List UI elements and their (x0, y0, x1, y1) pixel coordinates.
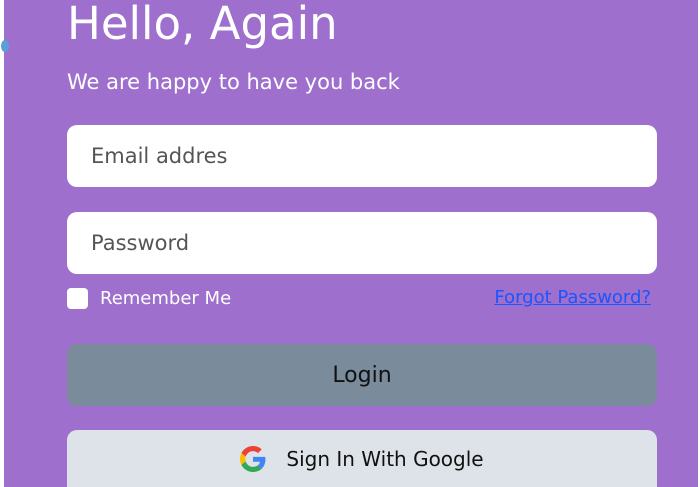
page-subtitle: We are happy to have you back (67, 70, 400, 94)
forgot-password-link[interactable]: Forgot Password? (494, 286, 651, 310)
remember-me-label: Remember Me (100, 287, 232, 309)
password-input[interactable] (67, 212, 657, 274)
login-button[interactable]: Login (67, 344, 657, 406)
remember-me: Remember Me (67, 286, 231, 310)
google-sign-in-label: Sign In With Google (286, 447, 484, 471)
edge-indicator (1, 40, 9, 52)
login-page: Hello, Again We are happy to have you ba… (0, 0, 700, 487)
remember-me-checkbox[interactable] (67, 287, 88, 309)
google-sign-in-button[interactable]: Sign In With Google (67, 430, 657, 487)
login-panel: Hello, Again We are happy to have you ba… (1, 0, 698, 487)
email-input[interactable] (67, 125, 657, 187)
login-button-label: Login (332, 362, 392, 388)
page-title: Hello, Again (67, 0, 338, 50)
google-icon (240, 446, 266, 472)
